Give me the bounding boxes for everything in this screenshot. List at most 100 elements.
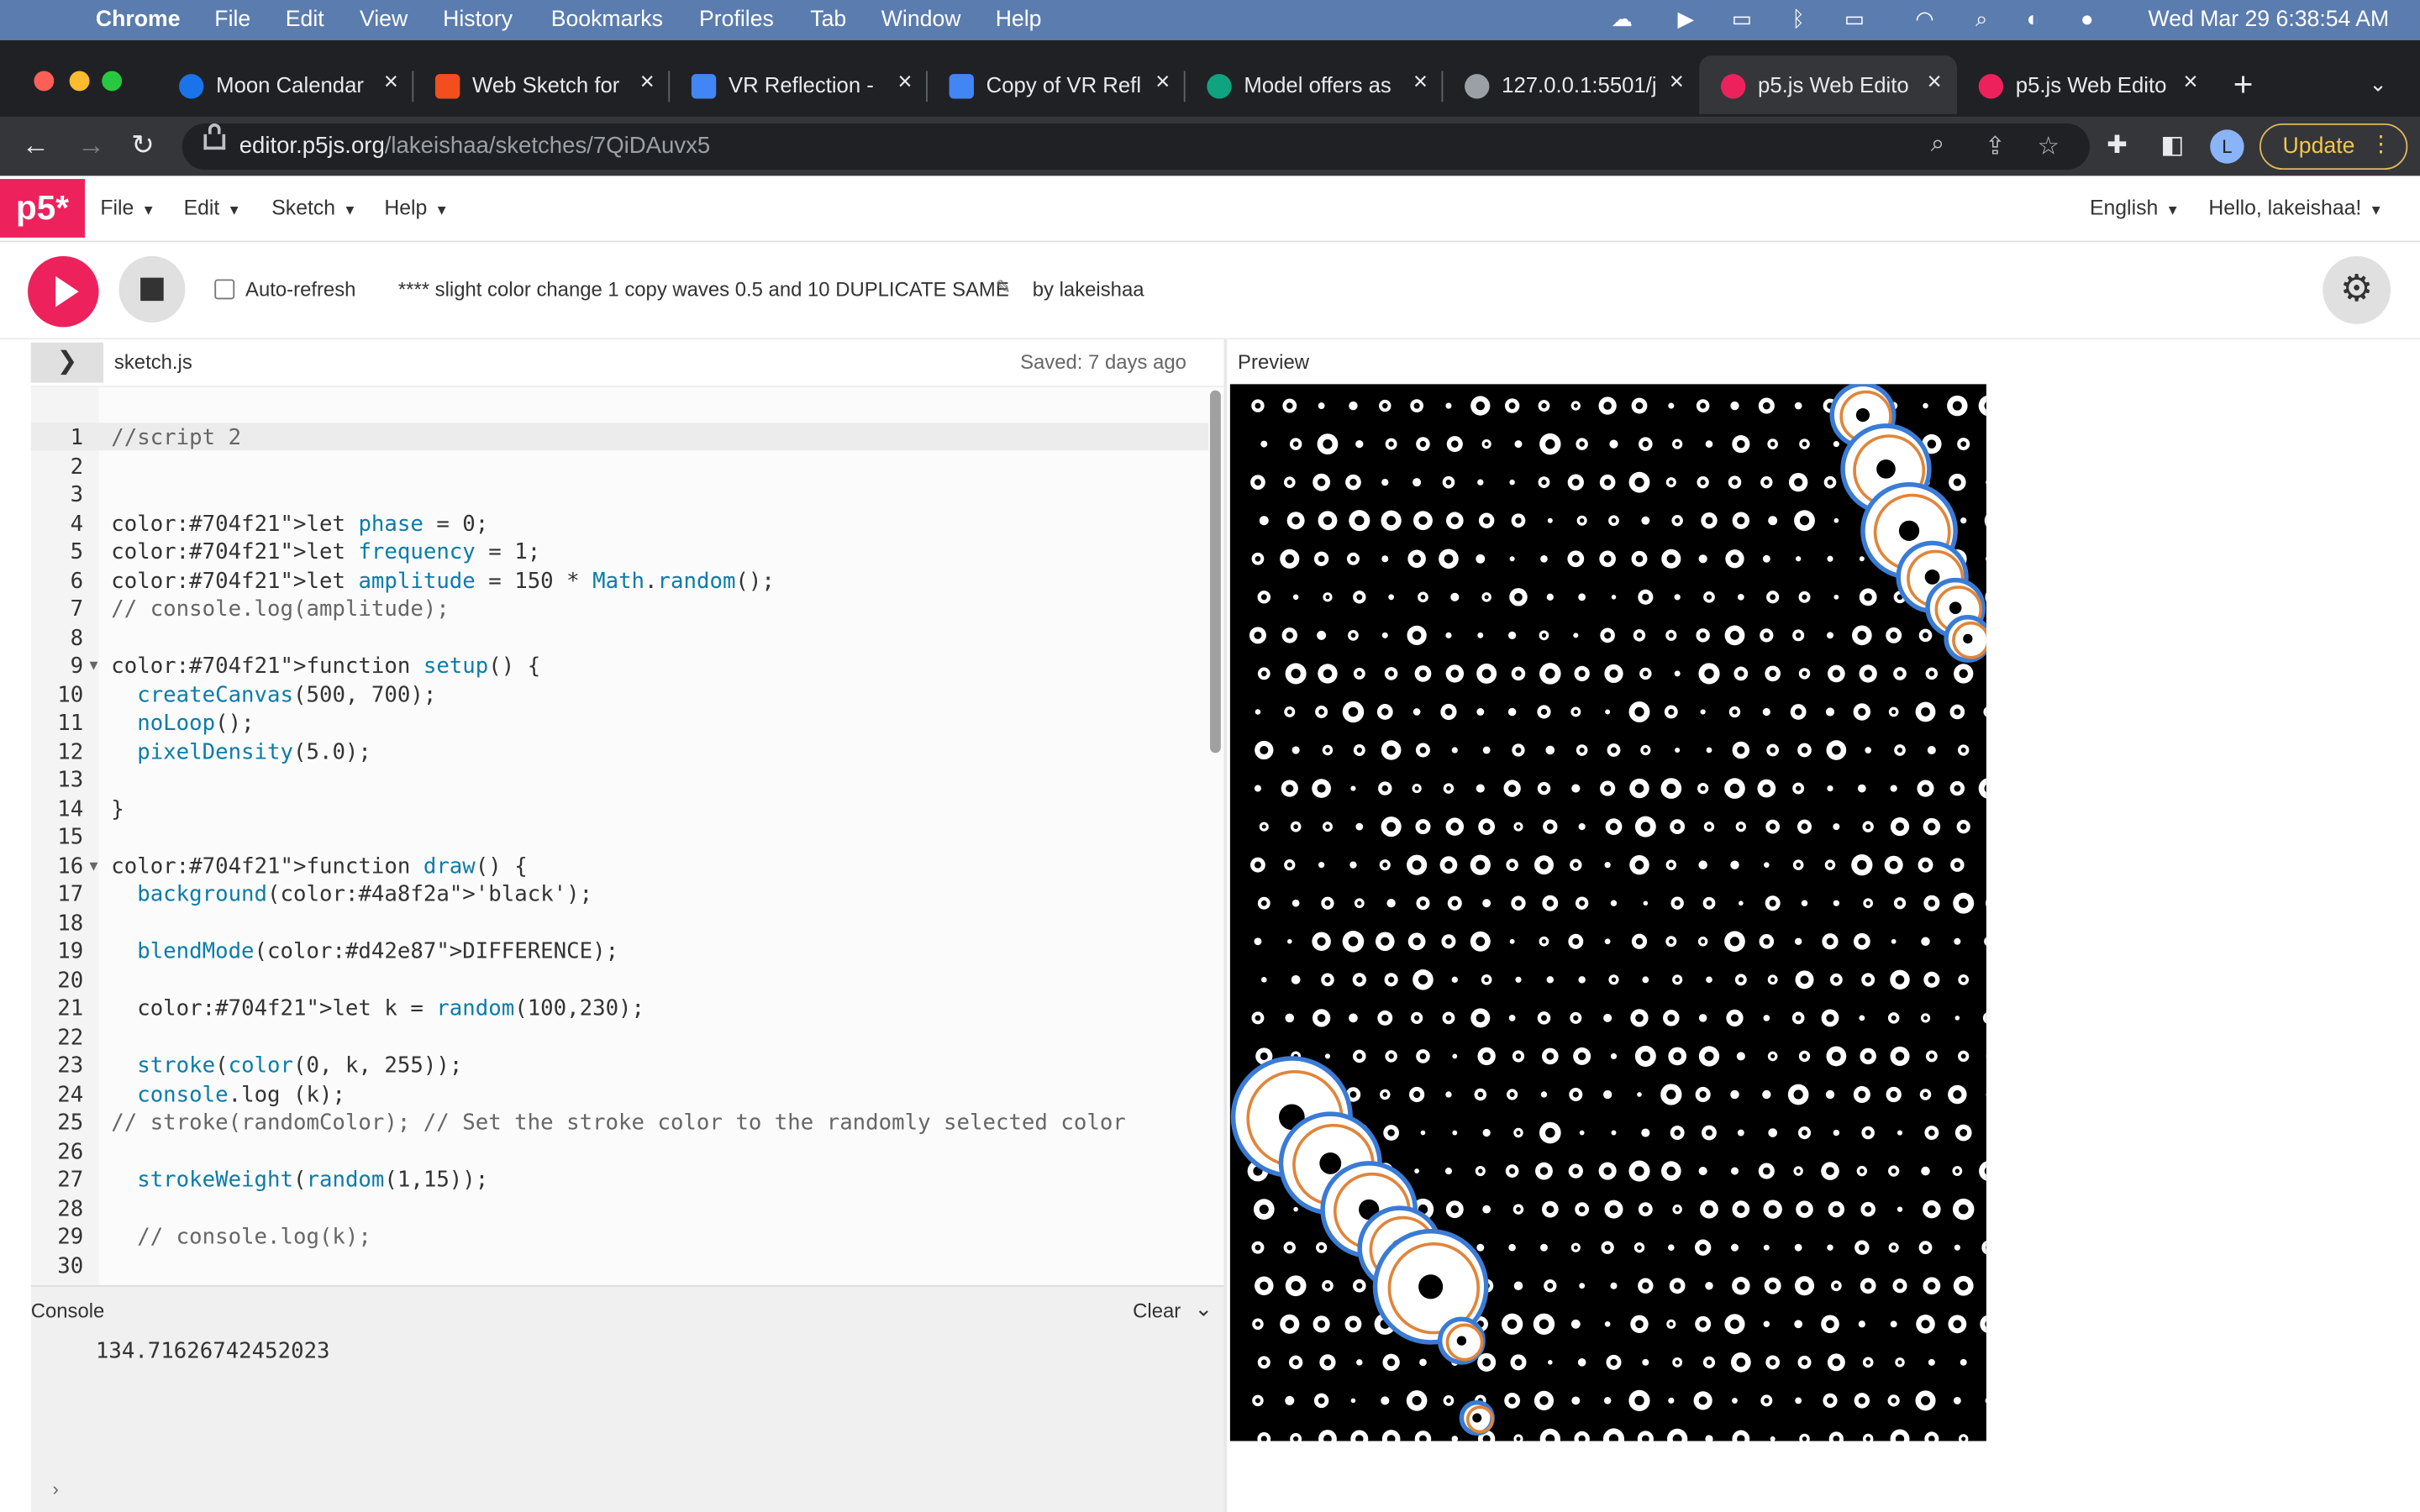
siri-icon[interactable]: ● xyxy=(2081,6,2094,30)
code-text: } xyxy=(111,796,124,822)
fold-arrow-icon[interactable]: ▼ xyxy=(90,653,98,681)
close-tab-icon[interactable]: × xyxy=(2183,70,2197,97)
console-clear-button[interactable]: Clear xyxy=(1133,1299,1181,1323)
share-icon[interactable]: ⇪ xyxy=(1985,131,2006,162)
art-dot-hole xyxy=(1921,707,1930,717)
menu-view[interactable]: View xyxy=(360,8,408,32)
art-dot-hole xyxy=(1603,402,1612,410)
control-center-icon[interactable]: ◐ xyxy=(2027,6,2040,30)
update-button[interactable]: Update ⋮ xyxy=(2259,123,2408,171)
art-dot-hole xyxy=(1923,1016,1928,1021)
menu-edit[interactable]: Edit xyxy=(286,8,324,32)
console-prompt-chevron-icon[interactable]: › xyxy=(52,1478,58,1500)
more-vert-icon[interactable]: ⋮ xyxy=(2370,133,2392,157)
airplay-display-icon[interactable]: ▭ xyxy=(1732,6,1752,32)
browser-tab[interactable]: Copy of VR Refl × xyxy=(928,55,1186,114)
creative-cloud-icon[interactable]: ☁ xyxy=(1612,6,1634,32)
close-tab-icon[interactable]: × xyxy=(640,70,655,97)
art-dot-hole xyxy=(1317,478,1326,486)
art-dot-hole xyxy=(1356,1053,1363,1059)
zoom-icon[interactable]: ⌕ xyxy=(1931,131,1944,159)
close-tab-icon[interactable]: × xyxy=(1155,70,1170,97)
tab-search-chevron-icon[interactable]: ⌄ xyxy=(2369,71,2387,97)
address-bar[interactable]: editor.p5js.org/lakeishaa/sketches/7QiDA… xyxy=(182,123,2090,171)
art-dot-hole xyxy=(1540,785,1547,792)
address-url[interactable]: editor.p5js.org/lakeishaa/sketches/7QiDA… xyxy=(239,133,711,159)
pencil-edit-icon[interactable]: ✎ xyxy=(996,276,1011,298)
new-tab-button[interactable]: + xyxy=(2233,65,2254,105)
browser-tab-active[interactable]: p5.js Web Edito × xyxy=(1699,55,1957,114)
editor-scrollbar[interactable] xyxy=(1210,390,1221,753)
sketch-name[interactable]: **** slight color change 1 copy waves 0.… xyxy=(398,278,1009,302)
code-editor[interactable]: 1 //script 2 2 3 4 color:#704f21">let phase =… xyxy=(30,386,1224,1286)
art-dot-hole xyxy=(1356,670,1362,677)
menu-clock[interactable]: Wed Mar 29 6:38:54 AM xyxy=(2149,8,2390,32)
art-dot xyxy=(1547,517,1553,523)
wifi-icon[interactable]: ◠ xyxy=(1915,6,1933,32)
spotlight-search-icon[interactable]: ⌕ xyxy=(1975,6,1987,32)
battery-icon[interactable]: ▭ xyxy=(1844,6,1865,32)
art-dot xyxy=(1768,516,1778,526)
close-window-button[interactable] xyxy=(34,71,55,92)
browser-tab[interactable]: 127.0.0.1:5501/j × xyxy=(1443,55,1699,114)
forward-arrow-icon[interactable]: → xyxy=(77,129,105,162)
collapse-console-chevron-icon[interactable]: ⌄ xyxy=(1195,1296,1213,1322)
pane-divider[interactable] xyxy=(1223,339,1228,1512)
play-button[interactable] xyxy=(28,255,99,328)
expand-sidebar-button[interactable]: ❯ xyxy=(30,342,104,383)
line-number: 5 xyxy=(70,539,84,565)
art-dot xyxy=(1451,1436,1459,1441)
bookmark-star-icon[interactable]: ☆ xyxy=(2037,131,2059,162)
browser-tab[interactable]: Model offers as × xyxy=(1186,55,1444,114)
lock-icon[interactable] xyxy=(203,123,226,150)
profile-avatar[interactable]: L xyxy=(2210,129,2244,164)
art-dot-hole xyxy=(1484,595,1489,600)
stop-button[interactable] xyxy=(118,255,186,323)
back-arrow-icon[interactable]: ← xyxy=(22,129,50,162)
art-dot-hole xyxy=(1508,402,1516,409)
media-play-icon[interactable]: ▶ xyxy=(1678,6,1695,32)
gear-icon[interactable]: ⚙ xyxy=(2323,255,2391,324)
art-dot-hole xyxy=(1508,1397,1516,1404)
zoom-window-button[interactable] xyxy=(102,71,123,92)
language-menu[interactable]: English ▼ xyxy=(2090,196,2180,219)
close-tab-icon[interactable]: × xyxy=(1413,70,1428,97)
menu-app-chrome[interactable]: Chrome xyxy=(96,8,181,32)
menu-history[interactable]: History xyxy=(443,8,513,32)
close-tab-icon[interactable]: × xyxy=(897,70,912,97)
close-tab-icon[interactable]: × xyxy=(1670,70,1684,97)
bluetooth-icon[interactable]: ᛒ xyxy=(1791,6,1804,30)
art-dot-hole xyxy=(1730,631,1739,640)
p5-logo[interactable]: p5* xyxy=(0,179,86,238)
menu-tab[interactable]: Tab xyxy=(810,8,846,32)
close-tab-icon[interactable]: × xyxy=(1927,70,1941,97)
browser-tab[interactable]: Moon Calendar × xyxy=(157,55,414,114)
p5-menu-edit[interactable]: Edit ▼ xyxy=(184,196,241,219)
p5-menu-file[interactable]: File ▼ xyxy=(100,196,155,219)
reload-icon[interactable]: ↻ xyxy=(131,129,155,162)
auto-refresh-checkbox[interactable] xyxy=(214,279,235,300)
art-dot-hole xyxy=(1769,823,1776,830)
art-dot xyxy=(1349,1013,1358,1023)
browser-tab[interactable]: Web Sketch for × xyxy=(413,55,671,114)
menu-file[interactable]: File xyxy=(214,8,250,32)
browser-tab[interactable]: VR Reflection - × xyxy=(670,55,928,114)
menu-help[interactable]: Help xyxy=(996,8,1042,32)
menu-bookmarks[interactable]: Bookmarks xyxy=(551,8,663,32)
menu-window[interactable]: Window xyxy=(881,8,961,32)
side-panel-icon[interactable]: ◧ xyxy=(2160,129,2184,160)
user-menu[interactable]: Hello, lakeishaa! ▼ xyxy=(2208,196,2383,219)
p5-menu-help[interactable]: Help ▼ xyxy=(384,196,449,219)
google-docs-favicon-icon xyxy=(949,74,974,99)
browser-tab[interactable]: p5.js Web Edito × xyxy=(1957,55,2213,114)
art-dot-hole xyxy=(1481,669,1491,679)
close-tab-icon[interactable]: × xyxy=(384,70,398,97)
menu-profiles[interactable]: Profiles xyxy=(699,8,774,32)
minimize-window-button[interactable] xyxy=(69,71,90,92)
auto-refresh-label[interactable]: Auto-refresh xyxy=(245,278,355,302)
art-dot-hole xyxy=(1418,974,1428,984)
sketch-preview-canvas[interactable] xyxy=(1229,384,1986,1441)
fold-arrow-icon[interactable]: ▼ xyxy=(90,853,98,881)
extensions-puzzle-icon[interactable]: ✚ xyxy=(2107,129,2128,160)
p5-menu-sketch[interactable]: Sketch ▼ xyxy=(271,196,356,219)
